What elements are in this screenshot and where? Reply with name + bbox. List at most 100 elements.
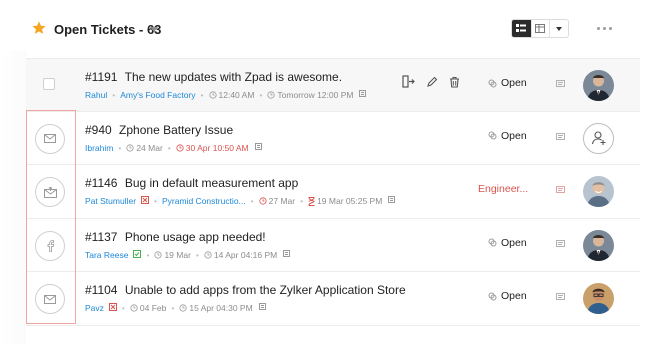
ticket-subject[interactable]: #1104 Unable to add apps from the Zylker…	[85, 283, 406, 297]
ticket-title[interactable]: Phone usage app needed!	[125, 230, 266, 244]
ticket-id[interactable]: #940	[85, 123, 112, 137]
ticket-title[interactable]: Unable to add apps from the Zylker Appli…	[125, 283, 406, 297]
contact-name[interactable]: Rahul	[85, 90, 107, 100]
table-view-button[interactable]	[530, 20, 550, 37]
clock-icon	[154, 250, 163, 259]
ticket-row[interactable]: #940 Zphone Battery Issue Ibrahim • 24 M…	[26, 112, 640, 165]
ticket-meta: Pavz • 04 Feb • 15 Apr 04:30 PM	[85, 303, 268, 313]
thread-count-icon	[359, 90, 368, 100]
due-time: 30 Apr 10:50 AM	[176, 143, 249, 153]
status-label: Open	[501, 129, 527, 142]
ticket-id[interactable]: #1137	[85, 230, 117, 244]
status-dropdown[interactable]: Open	[488, 77, 527, 89]
status-dropdown[interactable]: Open	[488, 130, 527, 142]
ticket-subject[interactable]: #940 Zphone Battery Issue	[85, 123, 233, 137]
ticket-id[interactable]: #1146	[85, 176, 117, 190]
contact-name[interactable]: Ibrahim	[85, 143, 113, 153]
ticket-id[interactable]: #1104	[85, 283, 117, 297]
contact-name[interactable]: Tara Reese	[85, 250, 128, 260]
conversation-icon[interactable]	[556, 186, 566, 195]
view-title[interactable]: Open Tickets - 63	[54, 22, 161, 37]
channel-badge	[35, 177, 65, 207]
status-label: Engineer...	[478, 183, 529, 195]
assignee-avatar[interactable]	[583, 229, 614, 261]
ticket-id[interactable]: #1191	[85, 70, 117, 84]
ticket-row[interactable]: #1146 Bug in default measurement app Pat…	[26, 165, 640, 219]
view-options-button[interactable]	[549, 20, 568, 37]
person-photo	[583, 283, 614, 314]
left-gutter	[0, 50, 26, 344]
channel-badge	[35, 284, 65, 314]
clock-icon	[208, 91, 217, 99]
conversation-icon[interactable]	[556, 239, 566, 249]
ticket-meta: Pat Stumuller • Pyramid Constructio... •…	[85, 196, 397, 206]
assignee-avatar[interactable]	[583, 70, 614, 101]
ticket-title[interactable]: The new updates with Zpad is awesome.	[125, 70, 342, 84]
channel-badge	[35, 230, 65, 261]
list-header: Open Tickets - 63	[0, 0, 660, 58]
contact-name[interactable]: Pavz	[85, 303, 104, 313]
priority-icon	[141, 196, 150, 206]
clock-icon	[126, 143, 134, 152]
status-icon	[488, 131, 497, 140]
account-name[interactable]: Pyramid Constructio...	[162, 196, 246, 206]
due-time: 15 Apr 04:30 PM	[179, 303, 253, 313]
status-dropdown[interactable]: Engineer...	[478, 183, 528, 195]
clock-icon	[267, 91, 276, 99]
assignee-avatar[interactable]	[583, 283, 614, 314]
ticket-title[interactable]: Zphone Battery Issue	[119, 123, 233, 137]
assign-agent-button[interactable]	[583, 122, 614, 154]
ticket-meta: Ibrahim • 24 Mar • 30 Apr 10:50 AM	[85, 142, 264, 153]
conversation-icon[interactable]	[556, 293, 566, 302]
edit-icon[interactable]	[426, 76, 438, 88]
view-switcher	[511, 19, 569, 38]
email-icon	[44, 294, 56, 304]
add-user-icon	[591, 131, 605, 145]
status-dropdown[interactable]: Open	[488, 290, 527, 302]
ticket-list: #1191 The new updates with Zpad is aweso…	[26, 58, 640, 326]
ticket-row[interactable]: #1137 Phone usage app needed! Tara Reese…	[26, 219, 640, 272]
hourglass-icon	[308, 196, 315, 206]
star-icon[interactable]	[31, 20, 47, 36]
person-photo	[583, 176, 614, 207]
status-icon	[488, 292, 497, 300]
chevron-down-icon	[556, 26, 563, 31]
clock-icon	[259, 197, 267, 205]
status-icon	[488, 79, 497, 87]
more-options-icon[interactable]	[597, 27, 612, 30]
facebook-icon	[47, 239, 54, 252]
ticket-subject[interactable]: #1137 Phone usage app needed!	[85, 230, 266, 244]
status-dropdown[interactable]: Open	[488, 237, 527, 249]
created-time: 27 Mar	[259, 196, 295, 206]
account-name[interactable]: Amy's Food Factory	[120, 90, 195, 100]
ticket-title[interactable]: Bug in default measurement app	[125, 176, 298, 190]
clock-icon	[176, 143, 184, 152]
created-time: 04 Feb	[130, 303, 166, 313]
conversation-icon[interactable]	[556, 80, 566, 89]
ticket-subject[interactable]: #1191 The new updates with Zpad is aweso…	[85, 70, 342, 84]
contact-name[interactable]: Pat Stumuller	[85, 196, 136, 206]
created-time: 19 Mar	[154, 250, 191, 260]
person-photo	[583, 229, 614, 261]
ticket-subject[interactable]: #1146 Bug in default measurement app	[85, 176, 298, 190]
status-label: Open	[501, 236, 527, 249]
compact-view-button[interactable]	[512, 20, 531, 37]
conversation-icon[interactable]	[556, 132, 566, 142]
delete-icon[interactable]	[449, 76, 460, 88]
chevron-down-icon[interactable]	[150, 27, 158, 32]
clock-icon	[179, 304, 187, 312]
ticket-row[interactable]: #1104 Unable to add apps from the Zylker…	[26, 272, 640, 326]
priority-icon	[133, 249, 142, 260]
ticket-meta: Rahul • Amy's Food Factory • 12:40 AM • …	[85, 90, 368, 100]
priority-icon	[108, 303, 117, 313]
move-icon[interactable]	[402, 75, 415, 88]
ticket-row[interactable]: #1191 The new updates with Zpad is aweso…	[26, 58, 640, 112]
row-actions	[402, 75, 460, 88]
status-label: Open	[501, 290, 527, 302]
due-time: 19 Mar 05:25 PM	[308, 196, 382, 206]
email-reply-icon	[43, 186, 57, 198]
select-checkbox[interactable]	[43, 78, 55, 90]
assignee-avatar[interactable]	[583, 176, 614, 207]
clock-icon	[130, 304, 138, 312]
person-photo	[583, 70, 614, 101]
